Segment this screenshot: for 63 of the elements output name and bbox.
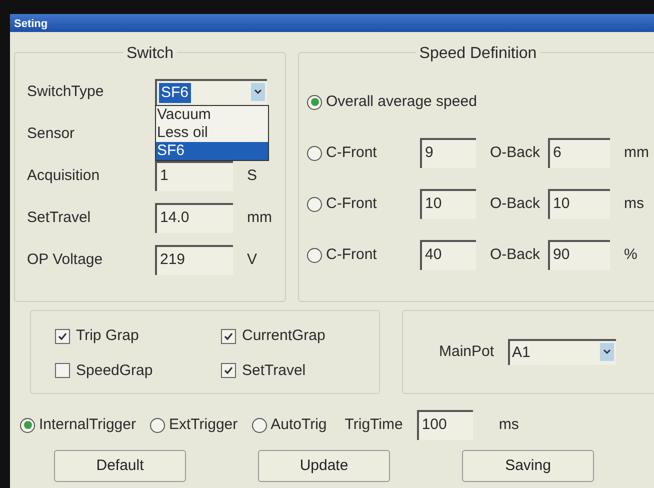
radio-button[interactable]: [307, 196, 322, 212]
checkbox[interactable]: [221, 363, 236, 378]
action-button[interactable]: Update: [258, 450, 390, 482]
group-title: Speed Definition: [416, 45, 540, 62]
checkbox-label: CurrentGrap: [242, 326, 326, 346]
radio-button[interactable]: [307, 248, 322, 262]
input-field[interactable]: 6: [548, 138, 610, 168]
input-field[interactable]: 1: [155, 161, 233, 191]
radio-button[interactable]: [20, 418, 35, 432]
main-pot-dropdown[interactable]: A1: [508, 339, 616, 365]
field-label: Sensor: [27, 124, 76, 144]
field-label: OP Voltage: [27, 250, 104, 270]
checkmark-icon: [223, 330, 234, 342]
option-label: C-Front: [326, 194, 378, 214]
field-label: MainPot: [439, 342, 494, 362]
radio-label: InternalTrigger: [39, 414, 136, 435]
field-label: O-Back: [490, 244, 540, 265]
input-field[interactable]: 9: [420, 138, 476, 168]
input-field[interactable]: 10: [548, 189, 610, 219]
unit-label: ms: [624, 194, 644, 214]
caret-icon[interactable]: [251, 83, 265, 101]
unit-label: V: [247, 250, 258, 270]
dropdown-option[interactable]: Less oil: [156, 124, 268, 142]
radio-label: AutoTrig: [270, 414, 327, 435]
input-field[interactable]: 100: [416, 410, 473, 440]
option-label: Overall average speed: [326, 92, 477, 112]
input-field[interactable]: 14.0: [155, 203, 233, 233]
radio-button[interactable]: [252, 418, 267, 432]
option-label: C-Front: [326, 244, 378, 265]
input-field[interactable]: 90: [548, 240, 610, 270]
dropdown-option[interactable]: Vacuum: [156, 106, 268, 124]
action-button[interactable]: Saving: [462, 450, 594, 482]
dropdown-option[interactable]: SF6: [156, 142, 268, 160]
field-label: SetTravel: [27, 208, 92, 228]
input-field[interactable]: 219: [155, 245, 233, 275]
radio-button[interactable]: [307, 94, 322, 110]
field-label: O-Back: [490, 194, 540, 214]
field-label: TrigTime: [344, 414, 403, 435]
input-field[interactable]: 10: [420, 189, 476, 219]
checkbox-label: SetTravel: [242, 360, 306, 380]
unit-label: mm: [624, 142, 650, 163]
radio-button[interactable]: [307, 146, 322, 160]
checkbox[interactable]: [221, 328, 236, 344]
checkmark-icon: [223, 365, 234, 376]
input-field[interactable]: 40: [420, 240, 476, 270]
checkmark-icon: [57, 330, 68, 342]
unit-label: %: [624, 244, 638, 265]
checkbox[interactable]: [55, 363, 70, 378]
unit-label: ms: [498, 414, 519, 435]
field-label: O-Back: [490, 142, 540, 163]
unit-label: S: [247, 166, 258, 186]
checkbox-label: Trip Grap: [76, 326, 139, 346]
radio-label: ExtTrigger: [169, 414, 238, 435]
field-label: SwitchType: [27, 82, 105, 102]
option-label: C-Front: [326, 142, 378, 163]
field-label: Acquisition: [27, 166, 101, 186]
caret-icon[interactable]: [600, 343, 614, 361]
checkbox[interactable]: [55, 328, 70, 344]
window-title: Seting: [10, 14, 654, 32]
radio-button[interactable]: [150, 418, 165, 432]
checkbox-label: SpeedGrap: [76, 360, 153, 380]
action-button[interactable]: Default: [54, 450, 186, 482]
unit-label: mm: [247, 208, 272, 228]
